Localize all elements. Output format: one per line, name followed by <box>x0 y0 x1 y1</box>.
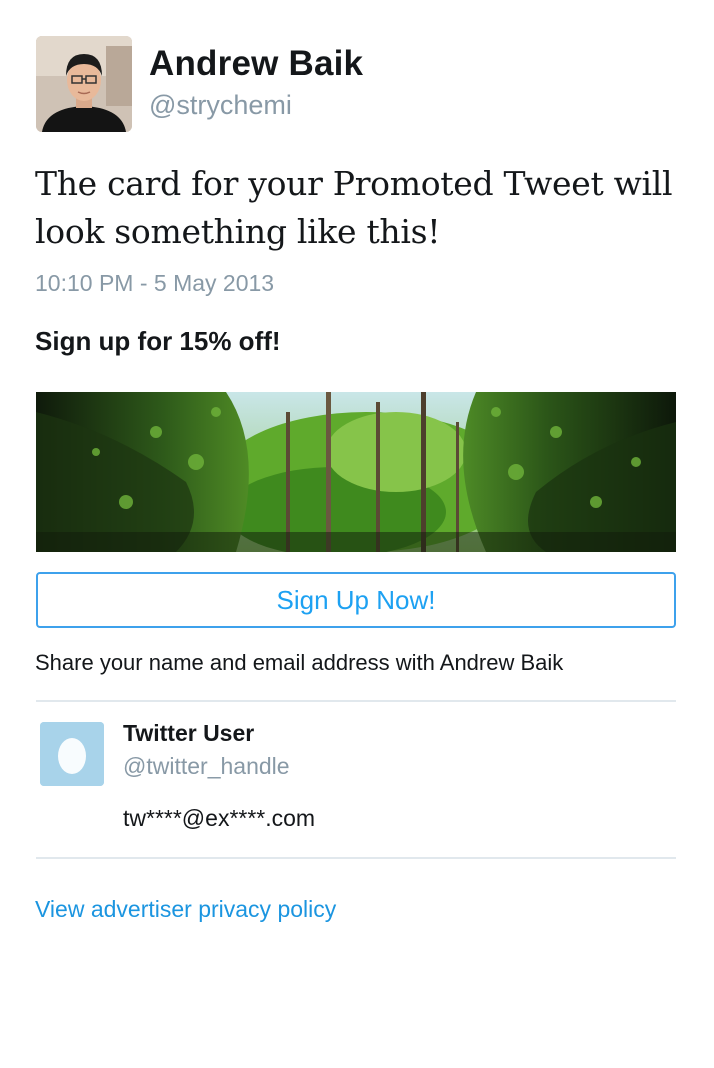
tweet-text: The card for your Promoted Tweet will lo… <box>35 164 673 251</box>
user-email: tw****@ex****.com <box>123 805 316 831</box>
author-avatar[interactable] <box>36 36 132 132</box>
divider <box>36 700 676 702</box>
divider <box>36 857 676 859</box>
egg-avatar-icon <box>40 722 104 786</box>
sign-up-button[interactable]: Sign Up Now! <box>36 572 676 628</box>
card-title: Sign up for 15% off! <box>35 326 281 356</box>
card-image-graphic <box>36 392 676 552</box>
user-name: Twitter User <box>123 720 255 746</box>
user-handle: @twitter_handle <box>123 753 290 779</box>
forest-canyon-image <box>36 392 676 552</box>
author-handle[interactable]: @strychemi <box>149 90 292 121</box>
tweet-timestamp[interactable]: 10:10 PM - 5 May 2013 <box>35 270 274 297</box>
privacy-policy-link[interactable]: View advertiser privacy policy <box>35 896 336 923</box>
tweet-card: Andrew Baik @strychemi The card for your… <box>0 0 714 1068</box>
profile-photo-icon <box>36 36 132 132</box>
share-disclosure-text: Share your name and email address with A… <box>35 650 564 675</box>
egg-icon <box>40 722 104 786</box>
author-name[interactable]: Andrew Baik <box>149 44 363 84</box>
